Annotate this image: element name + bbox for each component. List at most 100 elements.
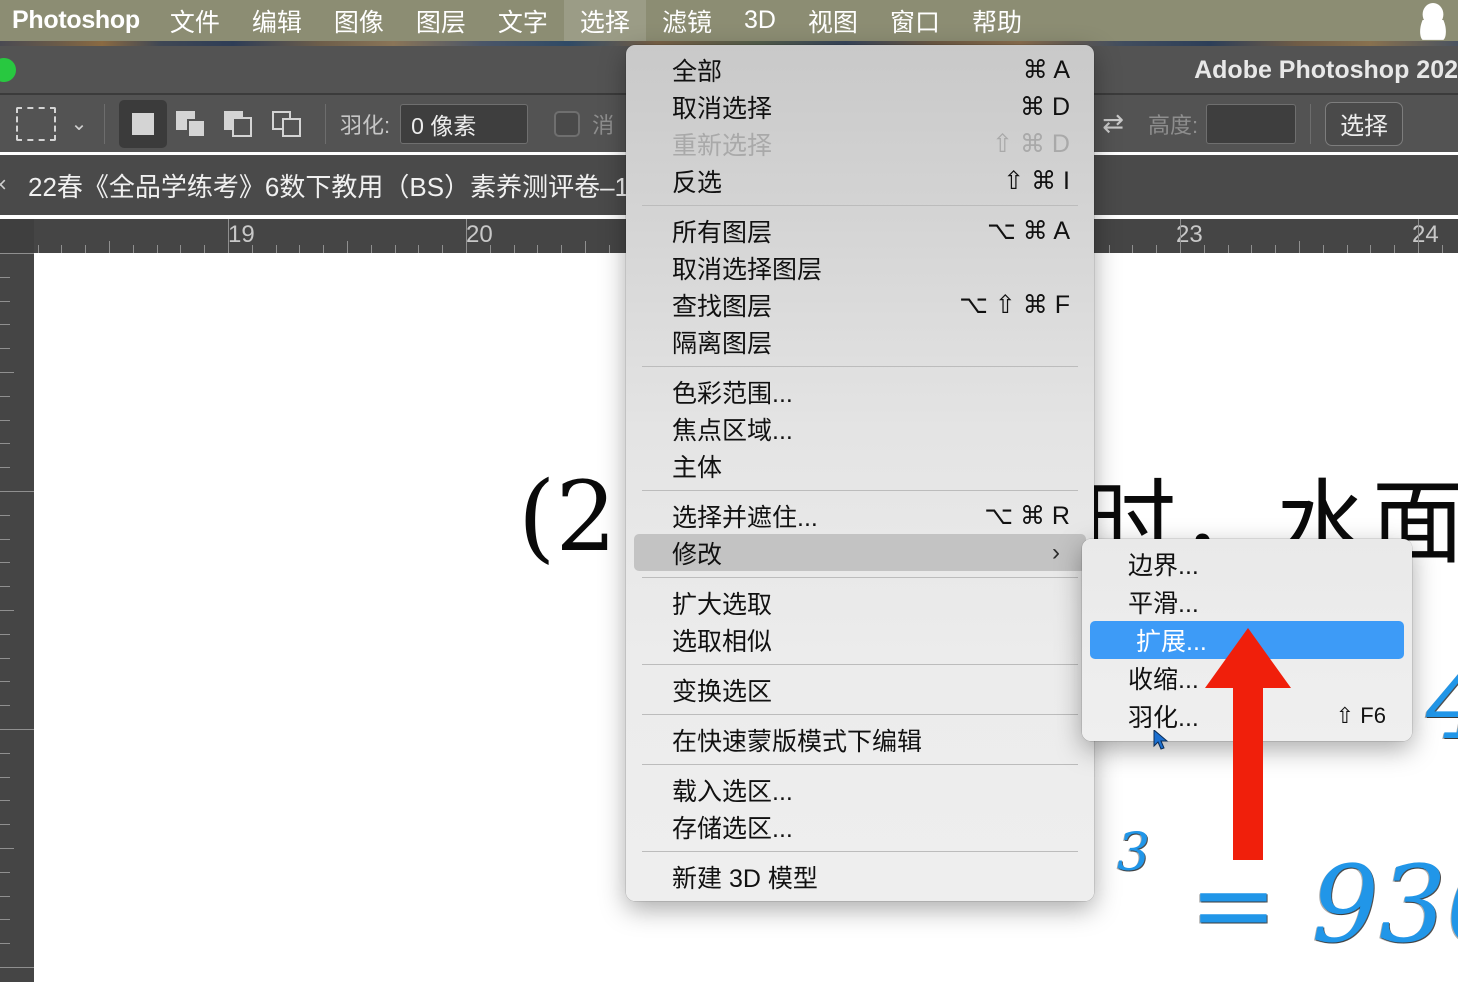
maximize-window-button[interactable] — [0, 58, 16, 82]
menu-item[interactable]: 焦点区域... — [626, 410, 1094, 447]
menu-item: 重新选择 ⇧ ⌘ D — [626, 125, 1094, 162]
vertical-ruler[interactable] — [0, 253, 34, 982]
menu-separator — [642, 490, 1078, 491]
ruler-tick — [0, 967, 34, 968]
add-to-selection-button[interactable] — [167, 100, 215, 148]
ruler-tick — [1204, 245, 1205, 253]
swap-arrows-icon[interactable]: ⇄ — [1096, 108, 1130, 139]
subtract-from-selection-button[interactable] — [215, 100, 263, 148]
menu-item-label: 隔离图层 — [672, 329, 773, 358]
menu-item-label: 反选 — [672, 168, 723, 197]
ruler-tick — [0, 372, 14, 373]
antialias-checkbox[interactable] — [554, 110, 581, 137]
menu-item[interactable]: 选择并遮住... ⌥ ⌘ R — [626, 497, 1094, 534]
ruler-tick — [1394, 245, 1395, 253]
menu-item-shortcut: ⌘ A — [1022, 55, 1070, 84]
menubar-item-filter[interactable]: 滤镜 — [646, 0, 728, 41]
divider — [325, 103, 326, 144]
menu-item[interactable]: 存储选区... — [626, 808, 1094, 845]
ruler-tick — [0, 753, 10, 754]
menu-item-label: 取消选择 — [672, 94, 773, 123]
ruler-tick — [0, 634, 10, 635]
ruler-tick — [0, 324, 10, 325]
ruler-tick — [1228, 245, 1229, 253]
menubar-item-layer[interactable]: 图层 — [400, 0, 482, 41]
chevron-right-icon: › — [1052, 538, 1060, 566]
ruler-tick — [0, 610, 14, 611]
menu-item[interactable]: 变换选区 — [626, 671, 1094, 708]
menu-item[interactable]: 主体 — [626, 447, 1094, 484]
close-icon[interactable]: × — [0, 172, 16, 198]
ruler-tick — [0, 253, 34, 254]
ruler-tick — [418, 245, 419, 253]
select-subject-button[interactable]: 选择 — [1325, 101, 1404, 146]
menu-item[interactable]: 新建 3D 模型 — [626, 858, 1094, 895]
height-input[interactable] — [1206, 103, 1297, 144]
chevron-down-icon[interactable]: ⌄ — [68, 114, 90, 134]
ruler-tick — [0, 872, 10, 873]
ruler-tick — [371, 245, 372, 253]
app-title: Adobe Photoshop 202 — [1194, 55, 1458, 84]
submenu-item[interactable]: 边界... — [1082, 545, 1412, 583]
menu-separator — [642, 366, 1078, 367]
ruler-tick — [157, 245, 158, 253]
ruler-tick — [0, 943, 10, 944]
menu-item[interactable]: 查找图层 ⌥ ⇧ ⌘ F — [626, 286, 1094, 323]
menu-item[interactable]: 取消选择图层 — [626, 249, 1094, 286]
menu-item-shortcut: ⌘ D — [1020, 92, 1070, 121]
menu-separator — [642, 577, 1078, 578]
menu-item[interactable]: 全部 ⌘ A — [626, 51, 1094, 88]
menu-item[interactable]: 取消选择 ⌘ D — [626, 88, 1094, 125]
menu-item[interactable]: 色彩范围... — [626, 373, 1094, 410]
new-selection-button[interactable] — [119, 99, 167, 148]
ruler-tick — [0, 301, 10, 302]
ruler-tick — [514, 245, 515, 253]
menubar-item-image[interactable]: 图像 — [318, 0, 400, 41]
menubar-item-window[interactable]: 窗口 — [874, 0, 956, 41]
document-tab-title[interactable]: 22春《全品学练考》6数下教用（BS）素养测评卷–14.p — [28, 167, 665, 204]
menubar-item-select[interactable]: 选择 — [563, 0, 646, 41]
solid-square-icon — [132, 112, 154, 135]
menu-separator — [642, 664, 1078, 665]
ruler-tick — [561, 245, 562, 253]
menubar-app-name[interactable]: Photoshop — [0, 6, 154, 35]
feather-label: 羽化: — [340, 112, 391, 138]
select-menu-dropdown[interactable]: 全部 ⌘ A 取消选择 ⌘ D 重新选择 ⇧ ⌘ D 反选 ⇧ ⌘ I 所有图层 ⌥ ⌘ A 取消选… — [626, 45, 1094, 901]
menu-item[interactable]: 选取相似 — [626, 621, 1094, 658]
menu-item[interactable]: 载入选区... — [626, 771, 1094, 808]
ruler-tick — [180, 245, 181, 253]
ruler-tick — [0, 681, 10, 682]
ruler-tick — [466, 219, 467, 253]
menubar-item-file[interactable]: 文件 — [154, 0, 236, 41]
submenu-item-label: 边界... — [1128, 552, 1199, 580]
submenu-item[interactable]: 平滑... — [1082, 583, 1412, 621]
ruler-tick — [0, 586, 10, 587]
menu-item[interactable]: 反选 ⇧ ⌘ I — [626, 162, 1094, 199]
penguin-icon[interactable] — [1416, 0, 1458, 41]
menu-item[interactable]: 扩大选取 — [626, 584, 1094, 621]
menubar-item-view[interactable]: 视图 — [792, 0, 874, 41]
menu-item-shortcut: ⌥ ⌘ R — [984, 501, 1070, 530]
menu-separator — [642, 851, 1078, 852]
menu-item[interactable]: 在快速蒙版模式下编辑 — [626, 721, 1094, 758]
menu-separator — [642, 714, 1078, 715]
menu-item-label: 扩大选取 — [672, 590, 773, 619]
feather-input[interactable]: 0 像素 — [400, 103, 529, 144]
menu-item-label: 修改 — [672, 540, 723, 569]
menubar-item-help[interactable]: 帮助 — [956, 0, 1038, 41]
menu-item[interactable]: 修改 › — [634, 534, 1086, 571]
ruler-tick — [0, 491, 34, 492]
height-label: 高度: — [1147, 112, 1199, 138]
submenu-item-label: 羽化... — [1128, 704, 1199, 732]
menu-item[interactable]: 所有图层 ⌥ ⌘ A — [626, 212, 1094, 249]
ruler-tick — [0, 729, 34, 730]
submenu-item-label: 收缩... — [1128, 666, 1199, 694]
menu-item[interactable]: 隔离图层 — [626, 323, 1094, 360]
ruler-corner — [0, 219, 34, 253]
menubar-item-edit[interactable]: 编辑 — [236, 0, 318, 41]
menubar-item-3d[interactable]: 3D — [728, 0, 792, 41]
rectangular-marquee-icon[interactable] — [16, 106, 56, 141]
menubar-item-type[interactable]: 文字 — [482, 0, 564, 41]
ruler-tick — [0, 515, 10, 516]
intersect-selection-button[interactable] — [263, 100, 311, 148]
